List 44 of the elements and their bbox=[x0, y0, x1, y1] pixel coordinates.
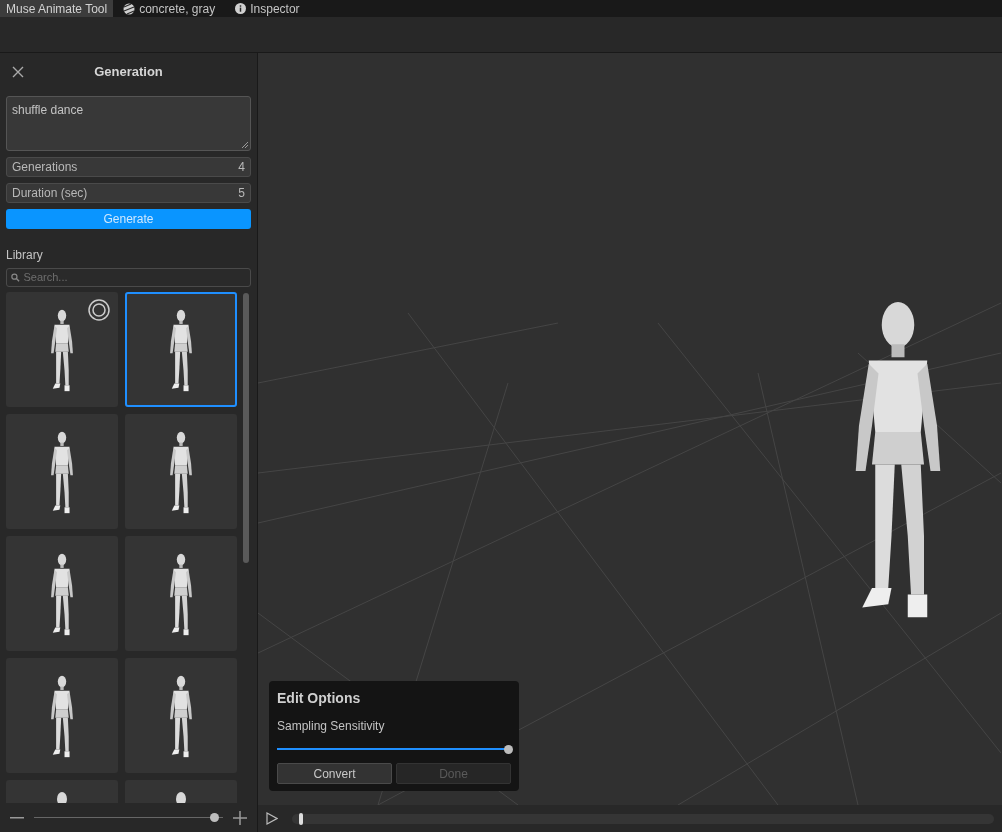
plus-icon[interactable] bbox=[233, 810, 247, 825]
striped-sphere-icon bbox=[123, 2, 136, 15]
animation-thumbnail[interactable] bbox=[6, 414, 118, 529]
animation-thumbnail[interactable] bbox=[125, 658, 237, 773]
prompt-field[interactable]: shuffle dance bbox=[6, 96, 251, 151]
close-icon bbox=[12, 66, 24, 78]
animation-thumbnail[interactable] bbox=[125, 414, 237, 529]
number-field[interactable]: Duration (sec) 5 bbox=[6, 183, 251, 203]
mannequin-drawing bbox=[176, 792, 186, 803]
sensitivity-slider[interactable] bbox=[277, 743, 511, 755]
timeline-track[interactable] bbox=[292, 813, 994, 824]
animation-thumbnail[interactable] bbox=[125, 780, 237, 803]
animation-thumbnail[interactable] bbox=[6, 292, 118, 407]
search-icon bbox=[11, 273, 20, 282]
resize-grip-icon bbox=[241, 141, 248, 148]
editor-tab[interactable]: concrete, gray bbox=[113, 0, 226, 17]
field-value: 4 bbox=[238, 159, 245, 176]
field-value: 5 bbox=[238, 185, 245, 202]
search-field[interactable]: Search... bbox=[6, 268, 251, 287]
animation-thumbnail[interactable] bbox=[125, 536, 237, 651]
slider-thumb[interactable] bbox=[209, 813, 219, 822]
animation-thumbnail[interactable] bbox=[6, 658, 118, 773]
playhead[interactable] bbox=[299, 812, 303, 825]
number-field[interactable]: Generations 4 bbox=[6, 157, 251, 177]
panel-button[interactable]: Convert bbox=[277, 763, 392, 784]
slider-label: Sampling Sensitivity bbox=[277, 718, 386, 735]
mannequin-drawing bbox=[57, 792, 67, 803]
scrollbar-thumb[interactable] bbox=[243, 293, 249, 563]
panel-title: Generation bbox=[94, 63, 163, 82]
field-label: Duration (sec) bbox=[12, 185, 88, 202]
search-input[interactable]: Search... bbox=[23, 269, 246, 286]
library-label: Library bbox=[5, 247, 44, 264]
animation-thumbnail[interactable] bbox=[6, 780, 118, 803]
field-label: Generations bbox=[12, 159, 78, 176]
close-button[interactable] bbox=[11, 65, 25, 79]
editor-tab[interactable]: Muse Animate Tool bbox=[0, 0, 114, 17]
edit-options-title: Edit Options bbox=[277, 689, 362, 708]
info-icon bbox=[235, 3, 247, 14]
zoom-slider[interactable] bbox=[34, 811, 223, 824]
editor-tab[interactable]: Inspector bbox=[225, 0, 310, 17]
minus-icon[interactable] bbox=[10, 816, 24, 819]
animation-thumbnail[interactable] bbox=[125, 292, 237, 407]
animation-thumbnail[interactable] bbox=[6, 536, 118, 651]
play-icon[interactable] bbox=[266, 812, 278, 825]
